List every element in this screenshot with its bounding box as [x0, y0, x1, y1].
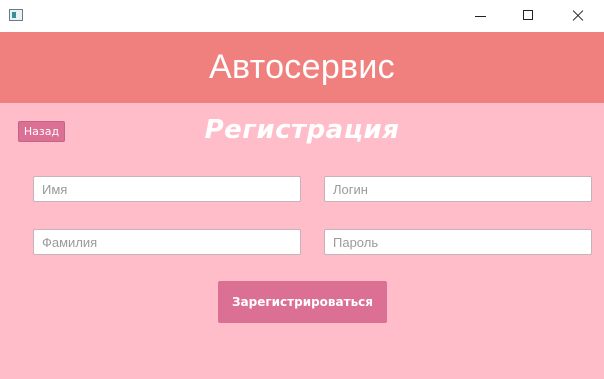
- registration-panel: Назад Регистрация Зарегистрироваться: [0, 103, 604, 379]
- page-title: Регистрация: [204, 115, 400, 145]
- minimize-icon[interactable]: [458, 0, 504, 32]
- login-input[interactable]: [324, 176, 592, 202]
- register-button[interactable]: Зарегистрироваться: [218, 281, 387, 323]
- close-icon[interactable]: [554, 0, 600, 32]
- password-input[interactable]: [324, 229, 592, 255]
- surname-input[interactable]: [33, 229, 301, 255]
- app-title: Автосервис: [209, 48, 395, 86]
- app-header: Автосервис: [0, 32, 604, 103]
- maximize-icon[interactable]: [504, 0, 550, 32]
- window-titlebar: [0, 0, 604, 32]
- app-window-icon: [9, 9, 23, 21]
- name-input[interactable]: [33, 176, 301, 202]
